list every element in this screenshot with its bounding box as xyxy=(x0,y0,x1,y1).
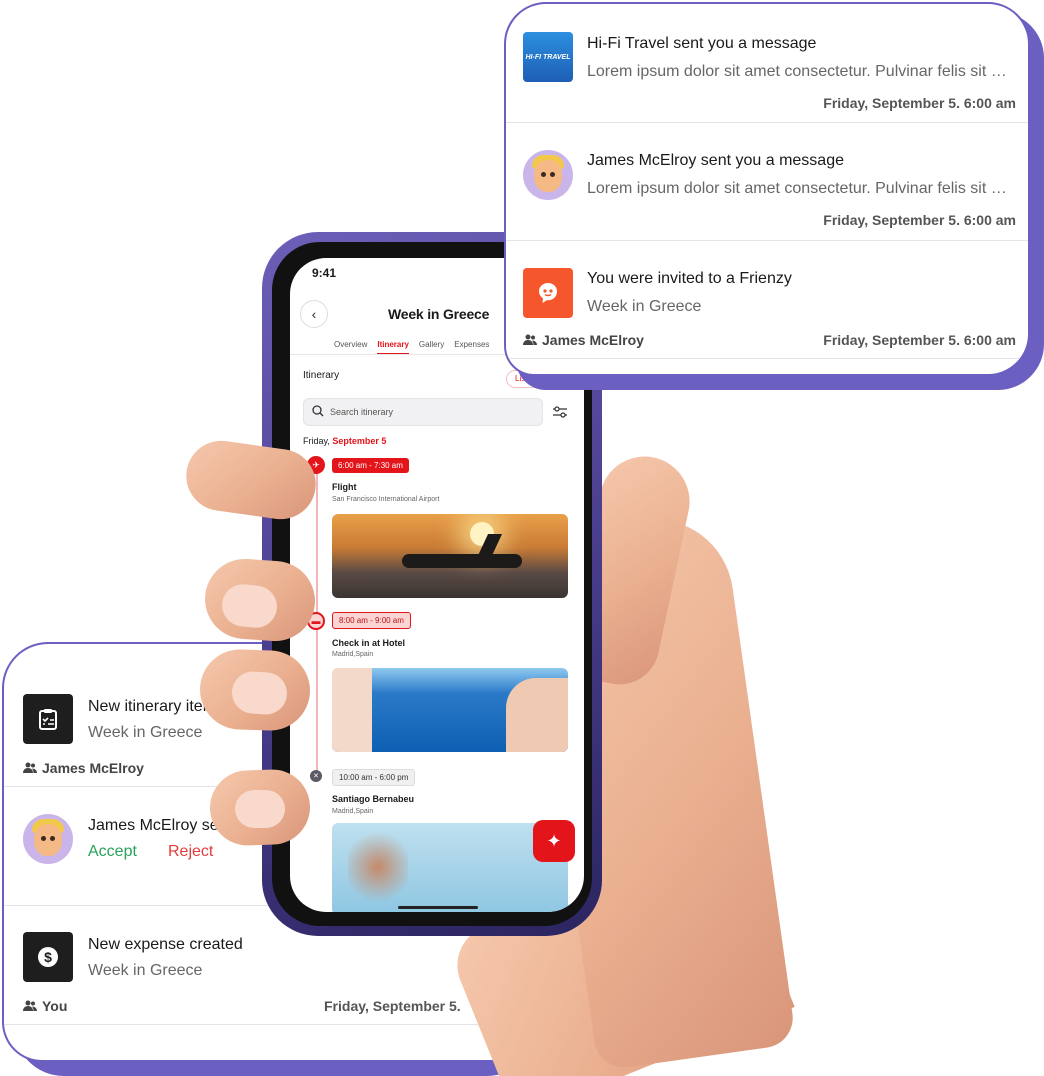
home-indicator xyxy=(398,906,478,909)
notification-time: Friday, September 5. 6:00 am xyxy=(823,95,1016,111)
time-chip: 8:00 am - 9:00 am xyxy=(332,612,411,629)
sparkle-icon[interactable]: ✦ xyxy=(533,820,575,862)
itinerary-item-title[interactable]: Flight xyxy=(332,482,357,492)
svg-text:$: $ xyxy=(44,949,52,965)
notification-title: New expense created xyxy=(88,936,243,953)
user-avatar xyxy=(23,814,73,864)
search-placeholder: Search itinerary xyxy=(330,407,394,417)
group-icon xyxy=(523,332,537,348)
notification-user-name: James McElroy xyxy=(542,332,644,348)
notification-time: Friday, September 5. xyxy=(324,998,461,1014)
notification-title: James McElroy sent xyxy=(88,817,233,834)
notification-body: Lorem ipsum dolor sit amet consectetur. … xyxy=(587,180,1015,197)
notification-body: Lorem ipsum dolor sit amet consectetur. … xyxy=(587,63,1015,80)
time-chip: 10:00 am - 6:00 pm xyxy=(332,769,416,786)
group-icon xyxy=(23,998,37,1014)
notification-title: You were invited to a Frienzy xyxy=(587,270,792,287)
notification-body: Week in Greece xyxy=(88,724,203,741)
frienzy-logo xyxy=(523,268,573,318)
hotel-photo[interactable] xyxy=(332,668,568,752)
status-time: 9:41 xyxy=(312,266,337,280)
itinerary-item-subtitle: San Francisco International Airport xyxy=(332,496,440,503)
date-prefix: Friday, xyxy=(303,436,330,446)
itinerary-item-subtitle: Madrid,Spain xyxy=(332,651,374,658)
notification-item[interactable]: James McElroy sent you a message Lorem i… xyxy=(506,123,1028,240)
notification-title: New itinerary item xyxy=(88,698,217,715)
dollar-icon: $ xyxy=(23,932,73,982)
notification-title: Hi-Fi Travel sent you a message xyxy=(587,35,817,52)
search-input[interactable]: Search itinerary xyxy=(303,398,543,426)
itinerary-item-title[interactable]: Santiago Bernabeu xyxy=(332,794,414,804)
notification-title: James McElroy sent you a message xyxy=(587,152,844,169)
filter-icon[interactable] xyxy=(552,404,568,420)
user-avatar xyxy=(523,150,573,200)
activity-icon: ✕ xyxy=(310,770,322,782)
tab-itinerary[interactable]: Itinerary xyxy=(377,340,409,355)
notification-user-name: You xyxy=(42,998,68,1014)
date-header: Friday, September 5 xyxy=(303,436,386,446)
time-chip: 6:00 am - 7:30 am xyxy=(332,458,409,473)
top-notification-card: HI-FI TRAVEL Hi-Fi Travel sent you a mes… xyxy=(504,2,1030,376)
date-highlight: September 5 xyxy=(332,436,387,446)
notification-body: Week in Greece xyxy=(88,962,203,979)
page-title: Week in Greece xyxy=(388,306,490,322)
tab-gallery[interactable]: Gallery xyxy=(419,340,444,355)
tab-overview[interactable]: Overview xyxy=(334,340,367,355)
hifi-travel-logo: HI-FI TRAVEL xyxy=(523,32,573,82)
airplane-icon: ✈ xyxy=(307,456,325,474)
hifi-logo-text: HI-FI TRAVEL xyxy=(525,53,571,61)
notification-item[interactable]: You were invited to a Frienzy Week in Gr… xyxy=(506,241,1028,358)
back-button[interactable]: ‹ xyxy=(300,300,328,328)
notification-time: Friday, September 5. 6:00 am xyxy=(823,332,1016,348)
notification-user-name: James McElroy xyxy=(42,760,144,776)
bed-icon: ▬ xyxy=(307,612,325,630)
accept-button[interactable]: Accept xyxy=(88,843,137,861)
itinerary-item-subtitle: Madrid,Spain xyxy=(332,808,374,815)
divider xyxy=(506,358,1028,359)
flight-photo[interactable] xyxy=(332,514,568,598)
notification-item[interactable]: HI-FI TRAVEL Hi-Fi Travel sent you a mes… xyxy=(506,4,1028,122)
tab-bar: Overview Itinerary Gallery Expenses xyxy=(334,340,489,355)
tab-expenses[interactable]: Expenses xyxy=(454,340,489,355)
notification-user: James McElroy xyxy=(523,332,644,348)
divider xyxy=(4,1024,532,1025)
clipboard-icon xyxy=(23,694,73,744)
section-label: Itinerary xyxy=(303,370,340,381)
notification-time: Friday, September 5. 6:00 am xyxy=(823,212,1016,228)
itinerary-item-title[interactable]: Check in at Hotel xyxy=(332,638,405,648)
group-icon xyxy=(23,760,37,776)
search-icon xyxy=(312,405,324,419)
reject-button[interactable]: Reject xyxy=(168,843,213,861)
notification-body: Week in Greece xyxy=(587,298,702,315)
notification-user: James McElroy xyxy=(23,760,144,776)
notification-user: You xyxy=(23,998,67,1014)
